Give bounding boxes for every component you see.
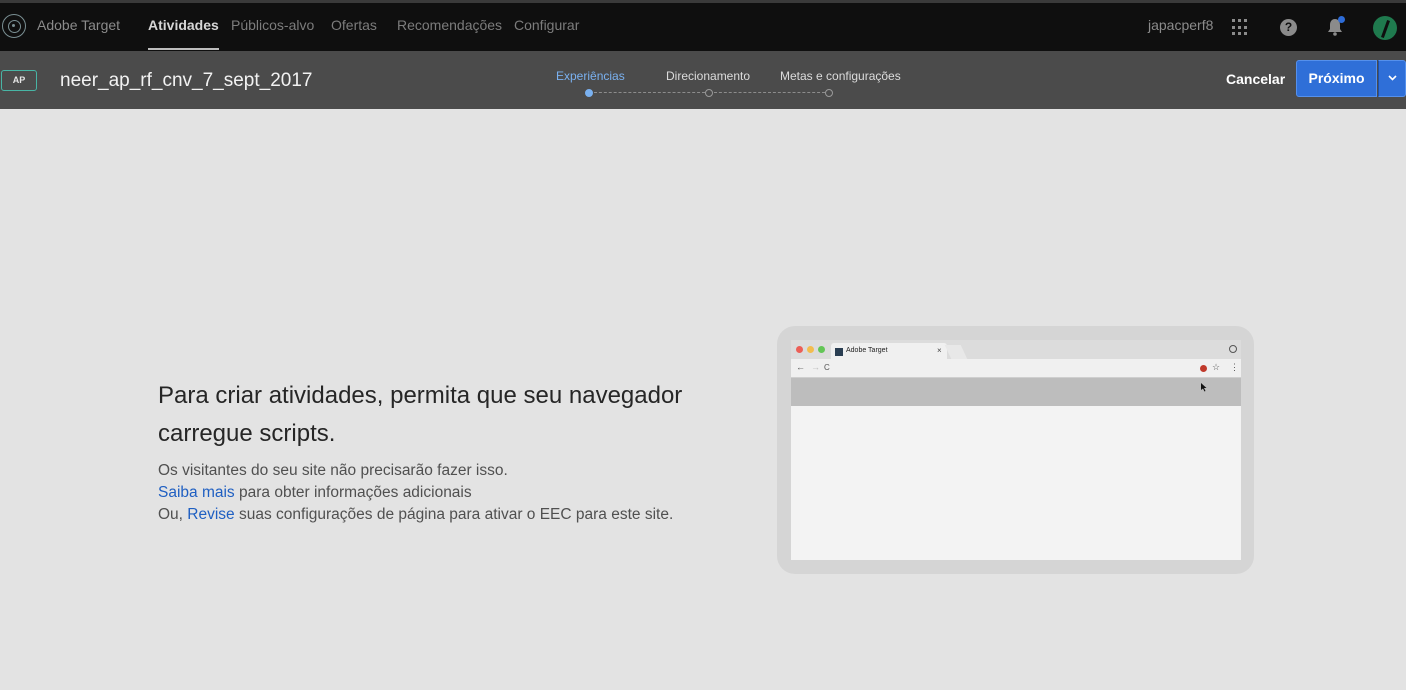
illustration-browser-window: Adobe Target × ← → C ☆ ⋮ (791, 340, 1241, 560)
activity-name[interactable]: neer_ap_rf_cnv_7_sept_2017 (60, 70, 312, 92)
activity-header: AP neer_ap_rf_cnv_7_sept_2017 Experiênci… (0, 51, 1406, 109)
illustration-tab-bar: Adobe Target × (791, 340, 1241, 359)
step-indicator-3 (825, 89, 833, 97)
page-headline: Para criar atividades, permita que seu n… (158, 382, 683, 447)
minimize-dot-icon (807, 346, 814, 353)
forward-arrow-icon: → (811, 362, 820, 372)
activity-type-badge: AP (1, 70, 37, 91)
favicon-icon (835, 348, 843, 356)
apps-grid-icon[interactable] (1232, 19, 1249, 36)
user-avatar[interactable] (1373, 16, 1397, 40)
star-icon: ☆ (1212, 362, 1221, 372)
chevron-down-icon (1387, 75, 1397, 81)
nav-item-publicos-alvo[interactable]: Públicos-alvo (231, 17, 314, 33)
step-experiencias[interactable]: Experiências (556, 69, 625, 83)
info-line-visitors: Os visitantes do seu site não precisarão… (158, 462, 508, 479)
nav-item-configurar[interactable]: Configurar (514, 17, 579, 33)
brand-name[interactable]: Adobe Target (37, 17, 120, 33)
close-dot-icon (796, 346, 803, 353)
step-direcionamento[interactable]: Direcionamento (666, 69, 750, 83)
browser-illustration: Adobe Target × ← → C ☆ ⋮ (777, 326, 1254, 574)
cursor-icon (1201, 383, 1207, 392)
menu-dots-icon: ⋮ (1230, 362, 1239, 372)
cancel-button[interactable]: Cancelar (1226, 71, 1285, 87)
step-indicator-2 (705, 89, 713, 97)
help-icon[interactable]: ? (1280, 19, 1297, 36)
nav-item-recomendacoes[interactable]: Recomendações (397, 17, 502, 33)
new-tab-icon (944, 345, 968, 359)
notification-indicator (1338, 16, 1345, 23)
illustration-tab-title: Adobe Target (846, 347, 888, 354)
nav-item-ofertas[interactable]: Ofertas (331, 17, 377, 33)
step-metas-configuracoes[interactable]: Metas e configurações (780, 69, 901, 83)
next-button[interactable]: Próximo (1296, 60, 1377, 97)
user-name[interactable]: japacperf8 (1148, 17, 1213, 33)
illustration-page-header (791, 378, 1241, 406)
maximize-dot-icon (818, 346, 825, 353)
close-icon: × (937, 346, 942, 355)
adobe-target-logo-icon[interactable] (2, 14, 26, 38)
illustration-tab: Adobe Target × (831, 343, 947, 359)
next-options-dropdown[interactable] (1378, 60, 1406, 97)
learn-more-link[interactable]: Saiba mais (158, 484, 235, 501)
nav-item-atividades[interactable]: Atividades (148, 17, 219, 50)
reload-icon: C (824, 363, 830, 372)
global-nav: Adobe Target Atividades Públicos-alvo Of… (0, 0, 1406, 51)
info-line-review: Ou, Revise suas configurações de página … (158, 506, 674, 523)
info-line-learn-more: Saiba mais para obter informações adicio… (158, 484, 472, 501)
illustration-url-bar: ← → C ☆ ⋮ (791, 359, 1241, 378)
blocked-scripts-icon (1200, 365, 1207, 372)
profile-icon (1229, 345, 1237, 353)
step-indicator-1 (585, 89, 593, 97)
step-connector (594, 92, 705, 93)
review-link[interactable]: Revise (187, 506, 234, 523)
step-connector (714, 92, 825, 93)
back-arrow-icon: ← (796, 362, 805, 372)
